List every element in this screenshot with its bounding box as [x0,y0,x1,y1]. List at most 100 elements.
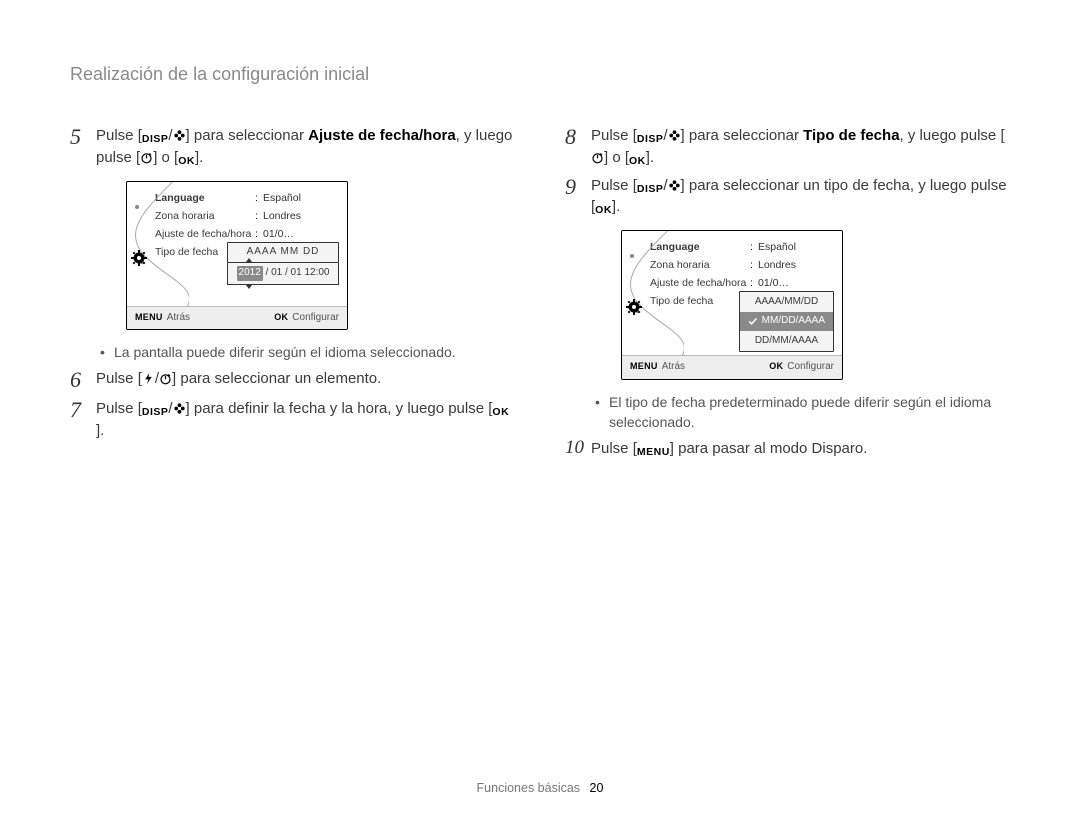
note-bullet: • La pantalla puede diferir según el idi… [100,342,515,362]
section-name: Funciones básicas [477,781,581,795]
step-6: 6 Pulse [/] para seleccionar un elemento… [70,368,515,392]
step-number: 9 [565,175,591,199]
text: ] para pasar al modo Disparo. [670,440,868,457]
gear-icon [626,299,642,315]
step-number: 5 [70,125,96,149]
menu-key-icon: MENU [630,361,658,371]
lcd-row: Zona horaria:Londres [650,257,832,275]
step-text: Pulse [DISP/] para seleccionar Tipo de f… [591,125,1010,169]
lcd-footer: MENU Atrás OK Configurar [622,355,842,379]
text: ]. [96,422,104,439]
flower-icon [173,127,186,140]
value: Londres [263,209,301,224]
step-5: 5 Pulse [DISP/] para seleccionar Ajuste … [70,125,515,169]
timer-icon [140,149,153,162]
step-text: Pulse [DISP/] para seleccionar Ajuste de… [96,125,515,169]
disp-key-icon: DISP [637,184,664,195]
left-column: 5 Pulse [DISP/] para seleccionar Ajuste … [70,119,515,466]
date-format-selected: AAAA MM DD [227,242,339,264]
text: ] o [ [153,149,178,166]
gear-icon [131,250,147,266]
ok-key-icon: OK [492,407,509,418]
lcd-row: Language:Español [155,190,337,208]
bold-term: Ajuste de fecha/hora [308,127,456,144]
label: Atrás [167,312,190,323]
year-highlight: 2012 [237,266,263,281]
right-column: 8 Pulse [DISP/] para seleccionar Tipo de… [565,119,1010,466]
ok-key-icon: OK [629,156,646,167]
value: 01/0… [758,276,789,291]
text: ] o [ [604,149,629,166]
timer-icon [591,149,604,162]
text: ] para definir la fecha y la hora, y lue… [186,400,493,417]
text: Pulse [ [96,370,142,387]
date-popup: AAAA MM DD 2012 / 01 / 01 12:00 [227,242,339,285]
menu-key-icon: MENU [637,447,670,458]
option: AAAA MM DD [228,243,338,263]
text: Pulse [ [96,400,142,417]
label: Zona horaria [155,209,255,224]
text: , y luego pulse [ [900,127,1005,144]
lcd-row: Zona horaria:Londres [155,208,337,226]
text: Pulse [ [96,127,142,144]
value: Español [758,240,796,255]
flash-icon [142,370,155,383]
timer-icon [159,370,172,383]
ok-key-icon: OK [595,205,612,216]
text: Pulse [ [591,440,637,457]
text: ] para seleccionar [186,127,309,144]
two-column-layout: 5 Pulse [DISP/] para seleccionar Ajuste … [70,119,1010,466]
label: Atrás [662,361,685,372]
label: Configurar [787,361,834,372]
option: DD/MM/AAAA [740,331,833,351]
label: MM/DD/AAAA [762,314,825,329]
step-8: 8 Pulse [DISP/] para seleccionar Tipo de… [565,125,1010,169]
flower-icon [668,127,681,140]
ok-key-icon: OK [274,312,288,322]
lcd-screen-date: Language:Español Zona horaria:Londres Aj… [126,181,348,331]
note-bullet: • El tipo de fecha predeterminado puede … [595,392,1010,433]
disp-key-icon: DISP [637,134,664,145]
date-value: 2012 / 01 / 01 12:00 [227,263,339,285]
bullet-dot-icon: • [100,342,114,362]
ok-key-icon: OK [178,156,195,167]
label: Zona horaria [650,258,750,273]
text: ]. [646,149,654,166]
value: Español [263,191,301,206]
step-text: Pulse [MENU] para pasar al modo Disparo. [591,438,1010,460]
disp-key-icon: DISP [142,407,169,418]
option-selected: MM/DD/AAAA [740,312,833,332]
value: Londres [758,258,796,273]
step-text: Pulse [DISP/] para seleccionar un tipo d… [591,175,1010,219]
step-number: 10 [565,438,591,459]
menu-key-icon: MENU [135,312,163,322]
page-footer: Funciones básicas 20 [0,781,1080,795]
step-7: 7 Pulse [DISP/] para definir la fecha y … [70,398,515,442]
page-number: 20 [590,781,604,795]
lcd-footer: MENU Atrás OK Configurar [127,306,347,330]
set-hint: OK Configurar [769,360,834,375]
text: ] para seleccionar un elemento. [172,370,381,387]
text: ] para seleccionar [681,127,804,144]
note-text: El tipo de fecha predeterminado puede di… [609,392,1010,433]
label: Ajuste de fecha/hora [155,227,255,242]
set-hint: OK Configurar [274,311,339,326]
label: Configurar [292,312,339,323]
lcd-screen-type: Language:Español Zona horaria:Londres Aj… [621,230,843,380]
text: ]. [612,198,620,215]
step-10: 10 Pulse [MENU] para pasar al modo Dispa… [565,438,1010,460]
flower-icon [668,177,681,190]
rest: / 01 / 01 12:00 [263,267,330,278]
step-number: 6 [70,368,96,392]
manual-page: Realización de la configuración inicial … [0,0,1080,815]
chevron-down-icon [246,285,252,289]
lcd-row: Language:Español [650,239,832,257]
lcd-body: Language:Español Zona horaria:Londres Aj… [127,182,347,306]
check-icon [748,316,758,326]
label: Language [155,191,255,206]
label: Tipo de fecha [650,294,750,309]
step-text: Pulse [DISP/] para definir la fecha y la… [96,398,515,442]
page-title: Realización de la configuración inicial [70,64,1010,85]
lcd-body: Language:Español Zona horaria:Londres Aj… [622,231,842,355]
ok-key-icon: OK [769,361,783,371]
